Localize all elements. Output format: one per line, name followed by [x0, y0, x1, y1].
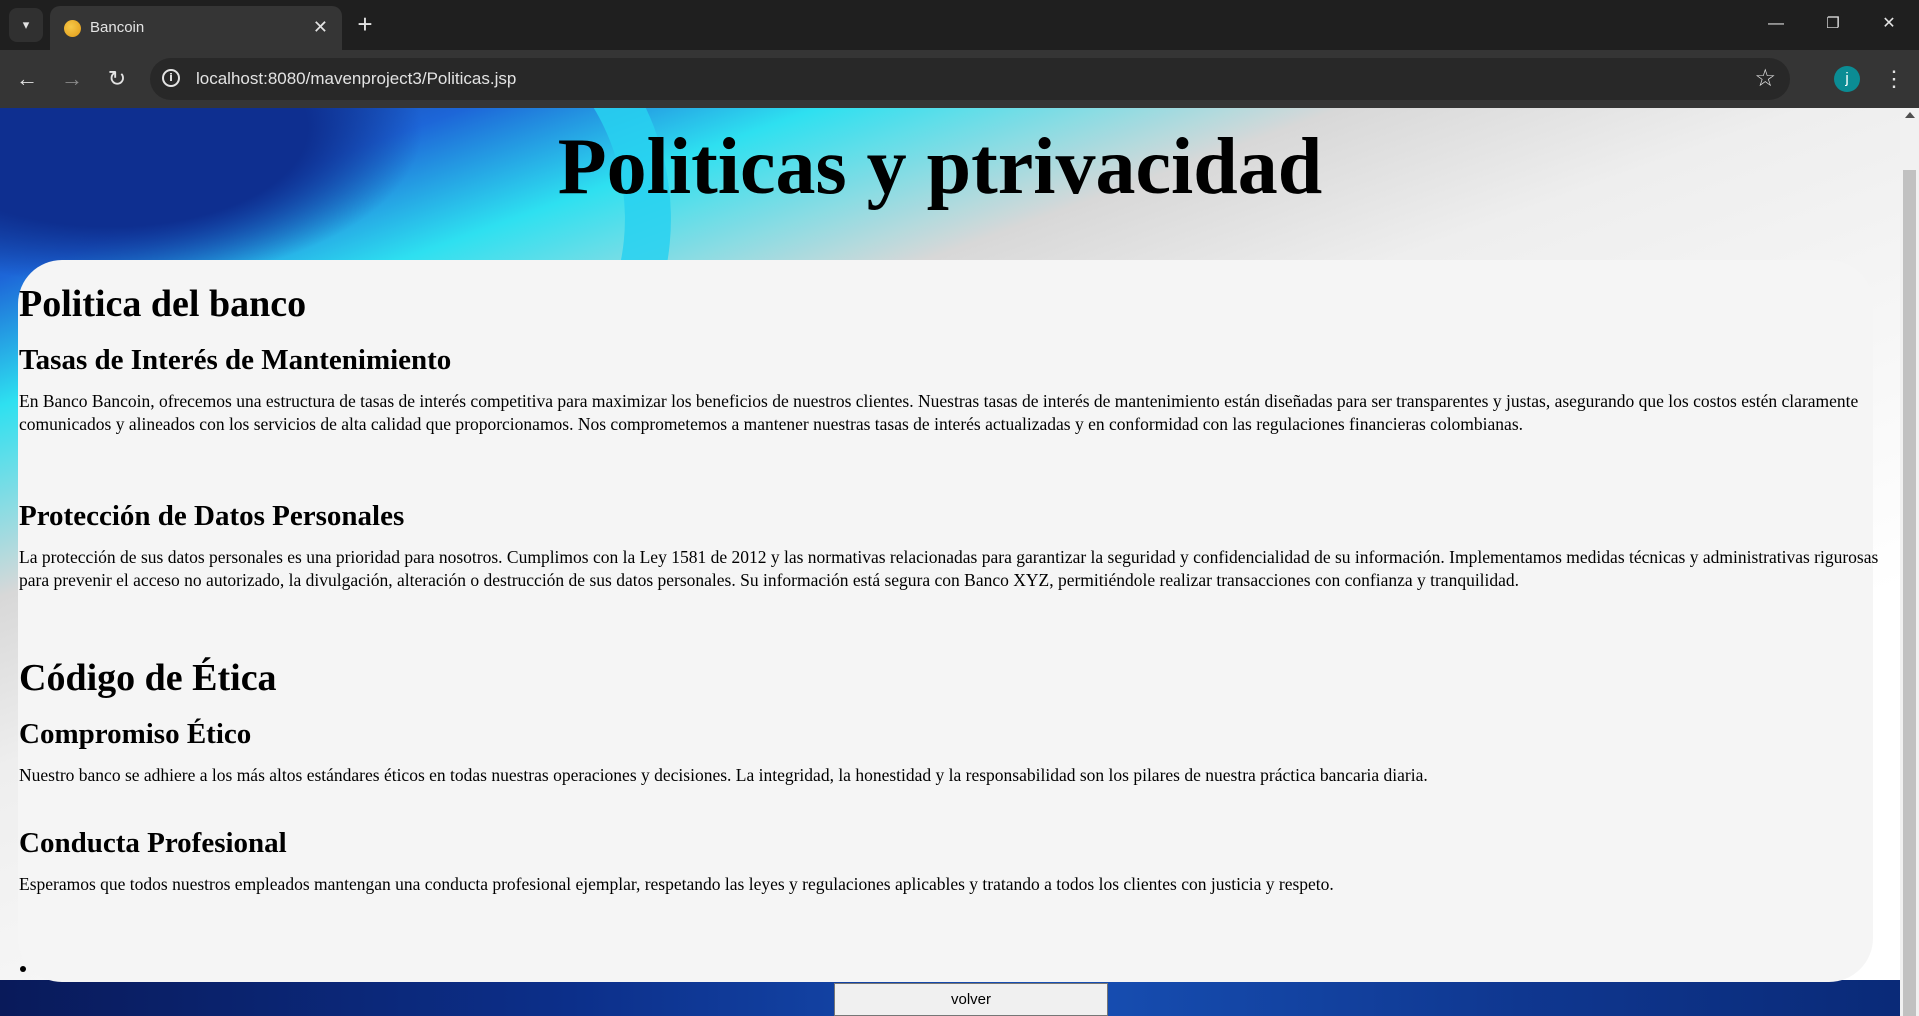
content-panel: Politica del banco Tasas de Interés de M… — [18, 260, 1878, 982]
favicon-icon — [64, 20, 81, 37]
avatar[interactable]: j — [1834, 66, 1860, 92]
scroll-up-icon[interactable] — [1905, 112, 1915, 118]
reload-icon[interactable]: ↻ — [100, 62, 134, 96]
browser-toolbar: ← → ↻ i localhost:8080/mavenproject3/Pol… — [0, 50, 1919, 108]
page-title: Politicas y ptrivacidad — [557, 123, 1323, 211]
paragraph-conducta: Esperamos que todos nuestros empleados m… — [19, 874, 1334, 894]
subsection-heading-proteccion: Protección de Datos Personales — [19, 500, 405, 532]
browser-tab-bar: ▾ Bancoin ✕ + — ❐ ✕ — [0, 0, 1919, 50]
page-scrollbar[interactable] — [1900, 108, 1919, 1016]
restore-icon[interactable]: ❐ — [1810, 8, 1856, 40]
paragraph-tasas: En Banco Bancoin, ofrecemos una estructu… — [19, 391, 1859, 434]
paragraph-compromiso: Nuestro banco se adhiere a los más altos… — [19, 765, 1428, 785]
scroll-thumb[interactable] — [1903, 170, 1916, 1016]
section-heading-etica: Código de Ética — [19, 657, 277, 699]
close-window-icon[interactable]: ✕ — [1866, 8, 1912, 40]
subsection-heading-tasas: Tasas de Interés de Mantenimiento — [19, 344, 452, 376]
address-bar[interactable]: i localhost:8080/mavenproject3/Politicas… — [150, 58, 1790, 100]
section-heading-politica: Politica del banco — [19, 283, 307, 325]
plus-icon[interactable]: + — [351, 10, 379, 38]
star-icon[interactable]: ☆ — [1754, 65, 1776, 93]
page-viewport: Politicas y ptrivacidad Politica del ban… — [0, 108, 1900, 1016]
subsection-heading-conducta: Conducta Profesional — [19, 827, 287, 859]
subsection-heading-compromiso: Compromiso Ético — [19, 718, 252, 750]
paragraph-proteccion: La protección de sus datos personales es… — [19, 547, 1879, 590]
info-icon[interactable]: i — [162, 69, 180, 87]
back-icon[interactable]: ← — [10, 62, 44, 96]
kebab-menu-icon[interactable]: ⋮ — [1880, 62, 1908, 96]
volver-button[interactable]: volver — [834, 983, 1108, 1016]
tab-search-icon[interactable]: ▾ — [9, 8, 43, 42]
url-text[interactable]: localhost:8080/mavenproject3/Politicas.j… — [196, 69, 516, 89]
forward-icon[interactable]: → — [55, 62, 89, 96]
list-bullet — [20, 966, 26, 972]
close-icon[interactable]: ✕ — [313, 16, 328, 38]
tab-title: Bancoin — [90, 19, 145, 36]
minimize-icon[interactable]: — — [1753, 8, 1799, 40]
browser-tab[interactable]: Bancoin ✕ — [50, 6, 342, 50]
